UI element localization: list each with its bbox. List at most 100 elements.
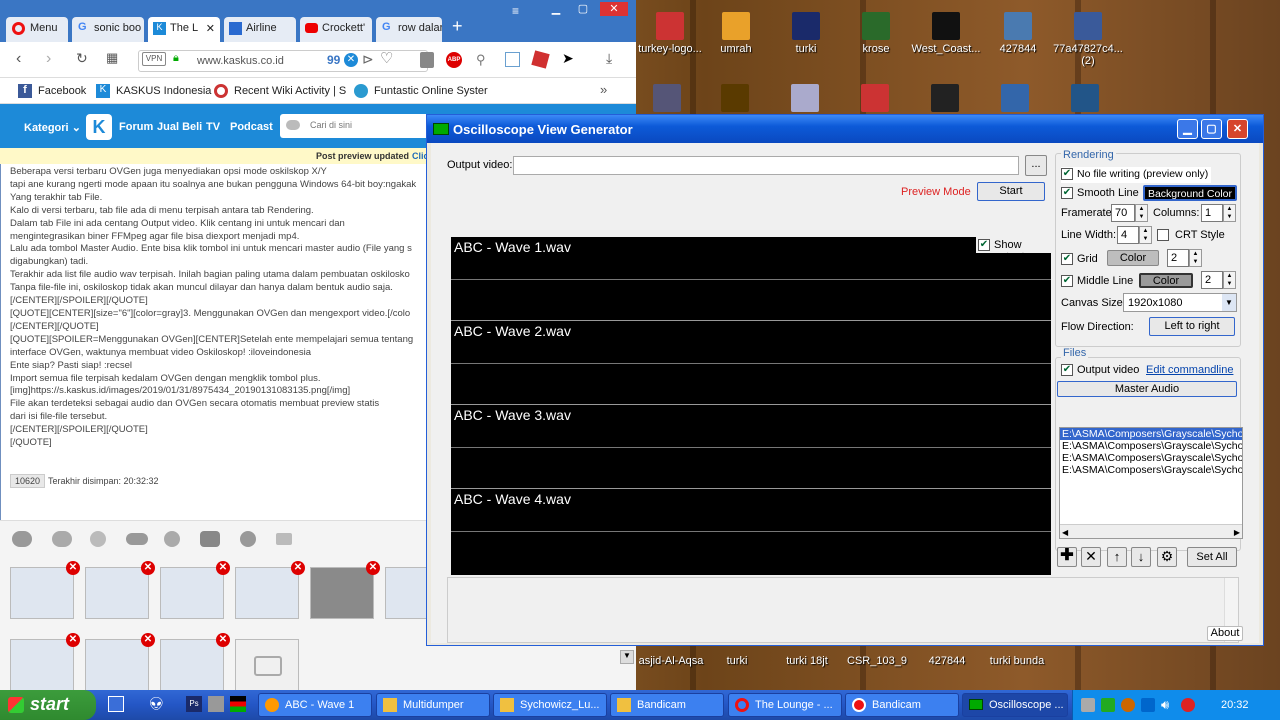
attachment-thumbnail[interactable]: ✕	[160, 633, 230, 691]
no-file-writing-checkbox[interactable]: ✔ No file writing (preview only)	[1061, 167, 1211, 183]
close-icon[interactable]: ✕	[206, 22, 215, 35]
master-audio-button[interactable]: Master Audio	[1057, 381, 1237, 397]
about-button[interactable]: About	[1207, 626, 1243, 641]
line-width-stepper[interactable]: 4 ▲ ▼	[1117, 226, 1152, 244]
minimize-button[interactable]: ▁	[543, 2, 569, 16]
canvas-size-select[interactable]: 1920x1080 ▼	[1123, 293, 1237, 312]
close-icon[interactable]: ✕	[344, 53, 358, 67]
desktop-icon-427844-2[interactable]: 427844	[912, 655, 982, 667]
bookmark-kaskus[interactable]: K KASKUS Indonesia	[96, 84, 211, 98]
attachment-thumbnail[interactable]: ✕	[10, 561, 80, 619]
middle-line-color-button[interactable]: Color	[1139, 273, 1193, 288]
crt-style-checkbox[interactable]: CRT Style	[1157, 228, 1227, 244]
remove-attachment-icon[interactable]: ✕	[291, 561, 305, 575]
more-bookmarks-icon[interactable]: »	[600, 82, 607, 97]
attachment-thumbnail[interactable]: ✕	[10, 633, 80, 691]
task-abc-wave[interactable]: ABC - Wave 1	[258, 693, 372, 717]
set-all-button[interactable]: Set All	[1187, 547, 1237, 567]
start-button[interactable]: Start	[977, 182, 1045, 201]
list-item[interactable]: E:\ASMA\Composers\Grayscale\Sycho	[1060, 440, 1242, 452]
maximize-button[interactable]: ▢	[1201, 119, 1222, 139]
tray-icon[interactable]	[1101, 698, 1115, 712]
bookmark-facebook[interactable]: f Facebook	[18, 84, 86, 98]
emoticon-icon[interactable]	[52, 531, 72, 547]
remove-attachment-icon[interactable]: ✕	[141, 633, 155, 647]
tab-sonic[interactable]: Gsonic boo	[72, 17, 144, 42]
attachment-thumbnail[interactable]: ✕	[85, 561, 155, 619]
desktop-icon-77a47827c4[interactable]: 77a47827c4... (2)	[1050, 12, 1126, 67]
kaskus-logo[interactable]: K	[86, 114, 112, 140]
attachment-thumbnail[interactable]: ✕	[310, 561, 380, 619]
emoticon-icon[interactable]	[200, 531, 220, 547]
kaskus-search-input[interactable]: Cari di sini	[280, 114, 430, 138]
desktop-icon-umrah[interactable]: umrah	[698, 12, 774, 55]
gif-icon[interactable]	[276, 533, 292, 545]
move-down-button[interactable]: ↓	[1131, 547, 1151, 567]
spin-arrows-icon[interactable]: ▲ ▼	[1223, 204, 1236, 222]
tab-the-lounge[interactable]: K The L ✕	[148, 17, 220, 42]
remove-attachment-icon[interactable]: ✕	[216, 561, 230, 575]
tray-icon[interactable]	[1181, 698, 1195, 712]
search-icon[interactable]: ⚲	[476, 52, 486, 68]
background-color-button[interactable]: Background Color	[1143, 185, 1237, 201]
smooth-line-checkbox[interactable]: ✔ Smooth Line	[1061, 186, 1141, 202]
desktop-icon-row2-3[interactable]	[770, 84, 840, 115]
desktop-icon-row2-1[interactable]	[632, 84, 702, 112]
columns-stepper[interactable]: 1 ▲ ▼	[1201, 204, 1236, 222]
grid-checkbox[interactable]: ✔ Grid	[1061, 252, 1105, 268]
maximize-button[interactable]: ▢	[570, 2, 596, 16]
horizontal-scrollbar[interactable]: ◀ ▶	[1060, 524, 1242, 538]
close-button[interactable]: ✕	[1227, 119, 1248, 139]
task-bandicam[interactable]: Bandicam	[845, 693, 959, 717]
desktop-icon-row2-7[interactable]	[1050, 84, 1120, 115]
nav-jual-beli[interactable]: Jual Beli	[157, 121, 202, 133]
file-settings-button[interactable]: ⚙	[1157, 547, 1177, 567]
grid-width-stepper[interactable]: 2 ▲ ▼	[1167, 249, 1202, 267]
desktop-icon-row2-2[interactable]	[700, 84, 770, 115]
browse-button[interactable]: ...	[1025, 155, 1047, 176]
network-icon[interactable]	[1141, 698, 1155, 712]
extension-icon[interactable]	[420, 52, 434, 68]
photoshop-icon[interactable]: Ps	[186, 696, 202, 712]
post-editor-textarea[interactable]: Beberapa versi terbaru OVGen juga menyed…	[10, 166, 430, 468]
tab-menu-icon[interactable]: ≡	[512, 4, 519, 18]
tab-airline[interactable]: Airline	[224, 17, 296, 42]
app-icon[interactable]	[230, 696, 246, 712]
desktop-icon-row2-6[interactable]	[980, 84, 1050, 115]
task-sychowicz[interactable]: Sychowicz_Lu...	[493, 693, 607, 717]
show-desktop-icon[interactable]	[108, 696, 124, 712]
send-icon[interactable]: ➤	[562, 50, 574, 67]
alien-icon[interactable]: 👽︎	[148, 696, 165, 712]
scroll-down-arrow[interactable]: ▼	[620, 650, 634, 664]
flow-direction-button[interactable]: Left to right	[1149, 317, 1235, 336]
add-file-button[interactable]: ✚	[1057, 547, 1077, 567]
desktop-icon-krose[interactable]: krose	[838, 12, 914, 55]
add-image-placeholder[interactable]	[235, 639, 299, 691]
grid-color-button[interactable]: Color	[1107, 250, 1159, 266]
scroll-left-arrow[interactable]: ◀	[1062, 527, 1068, 538]
desktop-icon-turkey-logo[interactable]: turkey-logo...	[632, 12, 708, 55]
spin-arrows-icon[interactable]: ▲ ▼	[1139, 226, 1152, 244]
spin-arrows-icon[interactable]: ▲ ▼	[1223, 271, 1236, 289]
kategori-menu[interactable]: Kategori ⌄	[24, 121, 81, 134]
output-video-checkbox[interactable]: ✔ Output video	[1061, 363, 1141, 379]
task-multidumper[interactable]: Multidumper	[376, 693, 490, 717]
desktop-icon-turki-bunda[interactable]: turki bunda	[982, 655, 1052, 667]
attachment-thumbnail[interactable]: ✕	[85, 633, 155, 691]
list-item[interactable]: E:\ASMA\Composers\Grayscale\Sycho	[1060, 452, 1242, 464]
oscilloscope-title-bar[interactable]: Oscilloscope View Generator ▁ ▢ ✕	[427, 115, 1263, 143]
clock[interactable]: 20:32	[1221, 699, 1249, 711]
volume-icon[interactable]: 🔊︎	[1161, 697, 1169, 713]
middle-line-checkbox[interactable]: ✔ Middle Line	[1061, 274, 1137, 290]
output-video-field[interactable]	[513, 156, 1019, 175]
tab-row-dalar[interactable]: Grow dalar	[376, 17, 442, 42]
snapshot-icon[interactable]	[505, 52, 520, 67]
list-item[interactable]: E:\ASMA\Composers\Grayscale\Sycho	[1060, 428, 1242, 440]
desktop-icon-west-coast[interactable]: West_Coast...	[908, 12, 984, 55]
audio-files-list[interactable]: E:\ASMA\Composers\Grayscale\Sycho E:\ASM…	[1059, 427, 1243, 539]
attachment-thumbnail[interactable]: ✕	[160, 561, 230, 619]
bookmark-wiki[interactable]: Recent Wiki Activity | S	[214, 84, 346, 98]
download-icon[interactable]: ⤓	[606, 50, 612, 67]
tab-crockett[interactable]: Crockett'	[300, 17, 372, 42]
close-window-button[interactable]: ✕	[600, 2, 628, 16]
